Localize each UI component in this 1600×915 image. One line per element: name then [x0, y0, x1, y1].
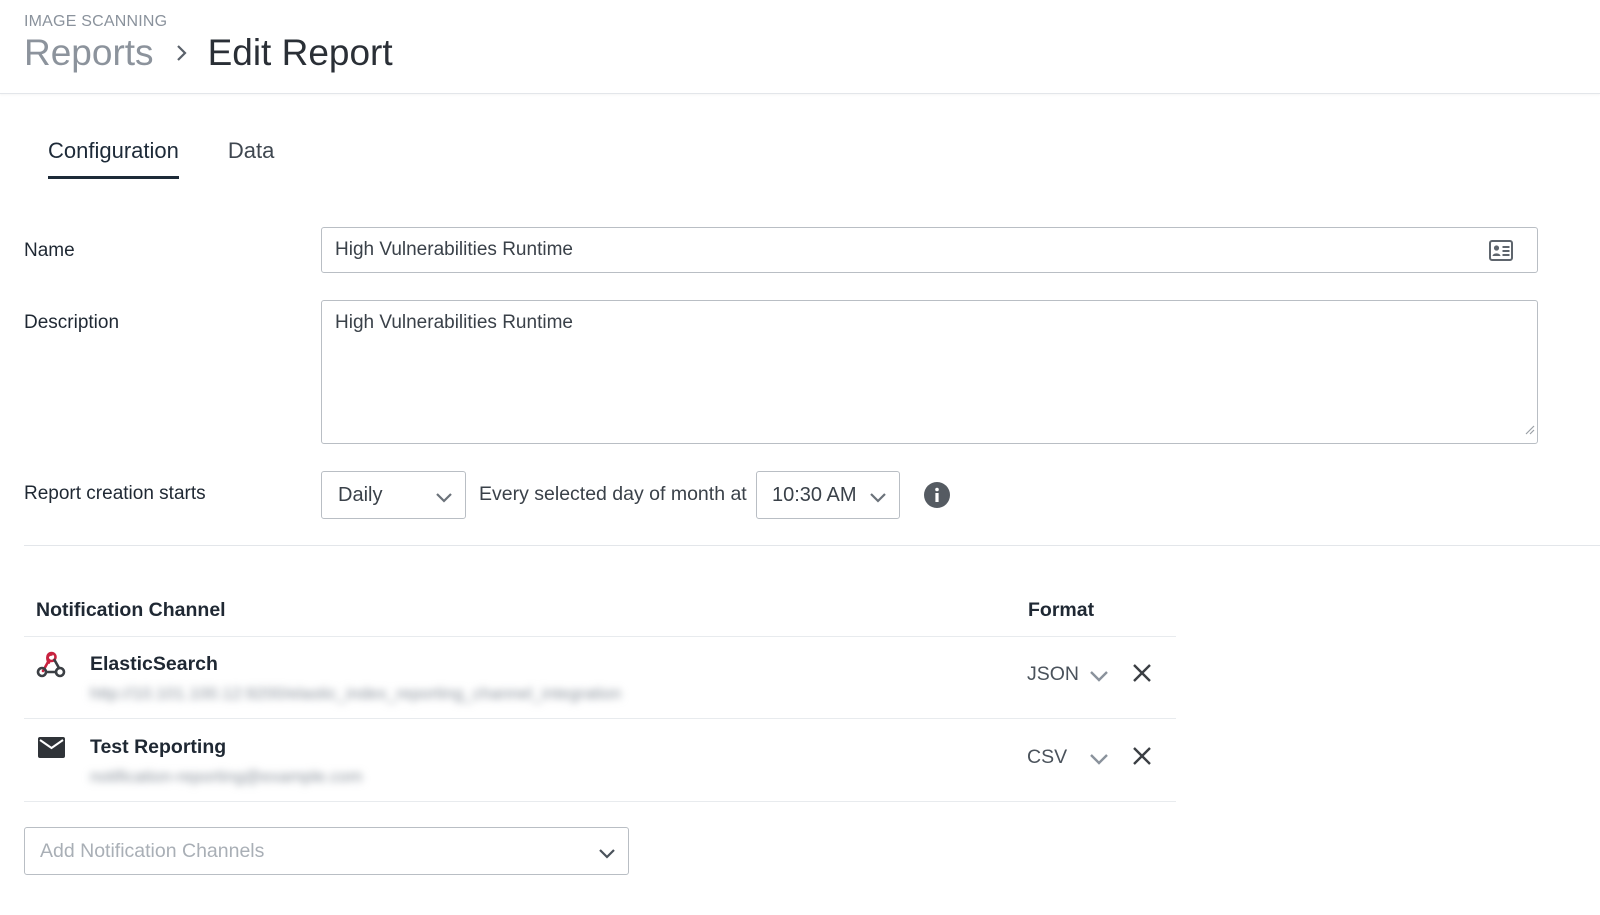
frequency-value: Daily: [338, 483, 383, 506]
table-divider: [24, 801, 1176, 802]
name-input-value: High Vulnerabilities Runtime: [335, 239, 573, 260]
chevron-down-icon[interactable]: [1089, 752, 1109, 770]
format-value[interactable]: JSON: [1027, 663, 1079, 686]
chevron-right-icon: [176, 44, 188, 62]
tab-configuration[interactable]: Configuration: [48, 138, 179, 179]
table-divider: [24, 636, 1176, 637]
column-header-format: Format: [1028, 599, 1095, 621]
section-eyebrow: IMAGE SCANNING: [24, 13, 168, 30]
tab-data[interactable]: Data: [228, 138, 274, 179]
name-label: Name: [24, 240, 75, 261]
resize-handle-icon[interactable]: [1523, 419, 1535, 441]
description-value: High Vulnerabilities Runtime: [335, 312, 573, 333]
description-label: Description: [24, 312, 120, 333]
page-header: IMAGE SCANNING Reports Edit Report: [0, 0, 1600, 94]
add-channel-placeholder: Add Notification Channels: [40, 839, 265, 862]
chevron-down-icon: [869, 487, 887, 510]
remove-channel-button[interactable]: [1132, 746, 1152, 771]
time-value: 10:30 AM: [772, 483, 857, 506]
chevron-down-icon: [435, 487, 453, 510]
chevron-down-icon: [598, 843, 616, 866]
tab-bar: Configuration Data: [48, 138, 323, 179]
channel-name: Test Reporting: [90, 736, 227, 758]
description-textarea[interactable]: High Vulnerabilities Runtime: [321, 300, 1538, 444]
section-divider: [24, 545, 1600, 546]
chevron-down-icon[interactable]: [1089, 669, 1109, 687]
schedule-label: Report creation starts: [24, 483, 206, 504]
add-notification-channels-select[interactable]: Add Notification Channels: [24, 827, 629, 875]
channel-detail: notification-reporting@example.com: [90, 767, 363, 786]
edit-report-page: IMAGE SCANNING Reports Edit Report Confi…: [0, 0, 1600, 915]
channel-name: ElasticSearch: [90, 653, 218, 675]
channel-detail: http://10.101.100.12:9200/elastic_index_…: [90, 684, 622, 703]
envelope-icon: [38, 737, 65, 763]
schedule-description: Every selected day of month at: [479, 483, 747, 505]
remove-channel-button[interactable]: [1132, 663, 1152, 688]
time-select[interactable]: 10:30 AM: [756, 471, 900, 519]
breadcrumb: Reports Edit Report: [24, 30, 393, 76]
column-header-channel: Notification Channel: [36, 599, 226, 621]
name-input[interactable]: High Vulnerabilities Runtime: [321, 227, 1538, 273]
frequency-select[interactable]: Daily: [321, 471, 466, 519]
page-title: Edit Report: [207, 32, 393, 73]
info-icon[interactable]: [924, 482, 950, 513]
webhook-icon: [35, 650, 67, 685]
table-divider: [24, 718, 1176, 719]
format-value[interactable]: CSV: [1027, 746, 1067, 769]
contact-card-icon: [1489, 240, 1513, 267]
breadcrumb-reports-link[interactable]: Reports: [24, 32, 154, 74]
